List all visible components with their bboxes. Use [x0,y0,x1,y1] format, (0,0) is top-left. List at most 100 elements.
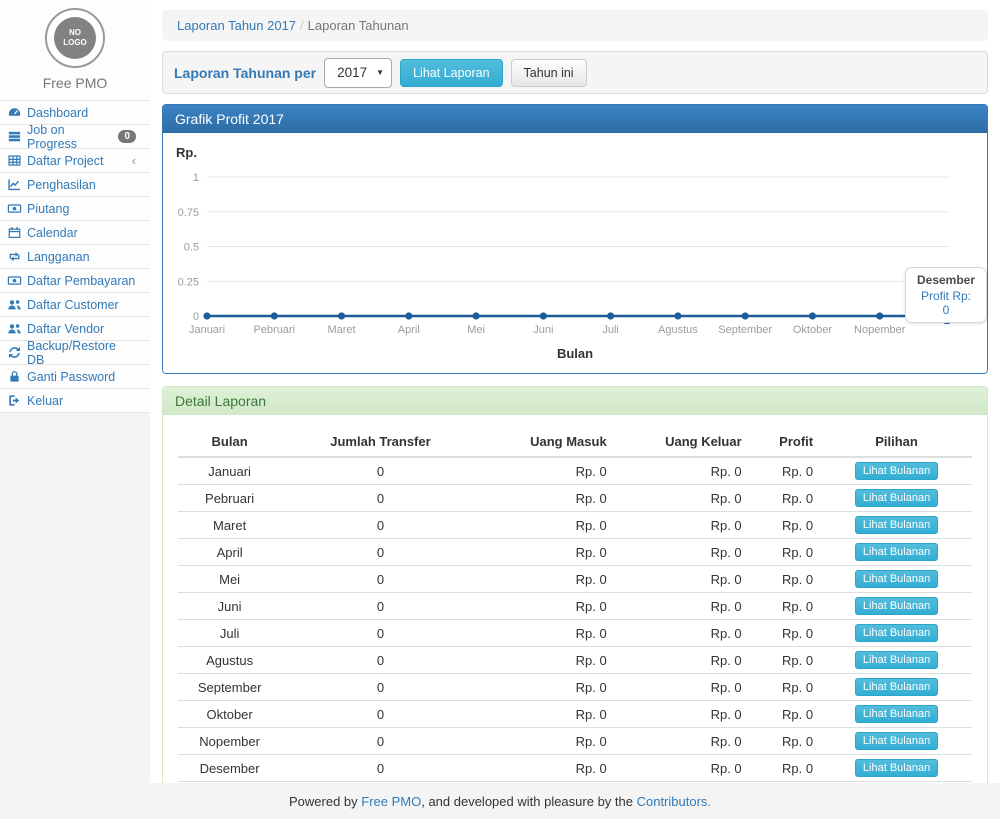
money-icon [7,273,22,288]
view-monthly-button[interactable]: Lihat Bulanan [855,651,938,669]
table-row: September0Rp. 0Rp. 0Rp. 0Lihat Bulanan [178,674,972,701]
cell: Pebruari [178,485,281,512]
cell: Rp. 0 [615,728,750,755]
view-monthly-button[interactable]: Lihat Bulanan [855,489,938,507]
view-monthly-button[interactable]: Lihat Bulanan [855,516,938,534]
no-logo-seal-icon: NOLOGO [54,17,96,59]
logo-area: NOLOGO Free PMO [0,0,150,100]
sidebar-item-backup-restore-db[interactable]: Backup/Restore DB [0,340,150,364]
sidebar-item-job-on-progress[interactable]: Job on Progress0 [0,124,150,148]
cell: Rp. 0 [615,593,750,620]
svg-text:Juli: Juli [602,324,619,336]
view-monthly-button[interactable]: Lihat Bulanan [855,543,938,561]
breadcrumb-link-laporan-tahun[interactable]: Laporan Tahun 2017 [177,18,296,33]
line-chart-icon [7,177,22,192]
year-select-value: 2017 [337,65,367,80]
calendar-icon [7,225,22,240]
sidebar: NOLOGO Free PMO DashboardJob on Progress… [0,0,150,783]
cell: Rp. 0 [615,512,750,539]
view-report-button[interactable]: Lihat Laporan [400,59,502,87]
sidebar-item-dashboard[interactable]: Dashboard [0,100,150,124]
report-filter-bar: Laporan Tahunan per 2017 ▼ Lihat Laporan… [162,51,988,94]
view-monthly-button[interactable]: Lihat Bulanan [855,678,938,696]
cell: 0 [281,647,480,674]
sign-out-icon [7,393,22,408]
cell: 0 [281,539,480,566]
cell: Rp. 0 [615,566,750,593]
table-row: Juni0Rp. 0Rp. 0Rp. 0Lihat Bulanan [178,593,972,620]
action-cell: Lihat Bulanan [821,647,972,674]
table-row: Juli0Rp. 0Rp. 0Rp. 0Lihat Bulanan [178,620,972,647]
sidebar-item-label: Job on Progress [27,123,113,151]
view-monthly-button[interactable]: Lihat Bulanan [855,462,938,480]
view-monthly-button[interactable]: Lihat Bulanan [855,570,938,588]
view-monthly-button[interactable]: Lihat Bulanan [855,597,938,615]
svg-text:Mei: Mei [467,324,485,336]
cell: Rp. 0 [615,674,750,701]
view-monthly-button[interactable]: Lihat Bulanan [855,624,938,642]
cell: 0 [281,593,480,620]
sidebar-item-piutang[interactable]: Piutang [0,196,150,220]
cell: Juni [178,593,281,620]
users-icon [7,297,22,312]
sidebar-item-daftar-customer[interactable]: Daftar Customer [0,292,150,316]
sidebar-item-daftar-project[interactable]: Daftar Project‹ [0,148,150,172]
svg-text:0: 0 [193,311,199,323]
sidebar-item-langganan[interactable]: Langganan [0,244,150,268]
sidebar-item-daftar-pembayaran[interactable]: Daftar Pembayaran [0,268,150,292]
cell: Rp. 0 [480,647,615,674]
year-select[interactable]: 2017 ▼ [324,58,392,88]
breadcrumb-separator: / [296,18,308,33]
sidebar-item-daftar-vendor[interactable]: Daftar Vendor [0,316,150,340]
sidebar-item-keluar[interactable]: Keluar [0,388,150,412]
sidebar-menu: DashboardJob on Progress0Daftar Project‹… [0,100,150,413]
svg-text:0.5: 0.5 [184,242,199,254]
view-monthly-button[interactable]: Lihat Bulanan [855,759,938,777]
retweet-icon [7,249,22,264]
cell: Rp. 0 [750,457,821,485]
footer-brand-link[interactable]: Free PMO [361,794,421,809]
dashboard-icon [7,105,22,120]
this-year-button[interactable]: Tahun ini [511,59,587,87]
sidebar-item-ganti-password[interactable]: Ganti Password [0,364,150,388]
cell: Rp. 0 [480,457,615,485]
cell: Mei [178,566,281,593]
column-header-uang-masuk: Uang Masuk [480,427,615,457]
footer-text-prefix: Powered by [289,794,361,809]
view-monthly-button[interactable]: Lihat Bulanan [855,732,938,750]
chart-tooltip-title: Desember [916,273,976,287]
cell: 0 [281,755,480,782]
footer-contributors-link[interactable]: Contributors. [637,794,711,809]
sidebar-item-calendar[interactable]: Calendar [0,220,150,244]
cell: Rp. 0 [480,485,615,512]
cell: September [178,674,281,701]
filter-label: Laporan Tahunan per [174,65,316,81]
refresh-icon [7,345,22,360]
cell: April [178,539,281,566]
cell: Rp. 0 [480,755,615,782]
breadcrumb-current: Laporan Tahunan [308,18,409,33]
action-cell: Lihat Bulanan [821,593,972,620]
cell: Rp. 0 [615,647,750,674]
cell: Rp. 0 [480,620,615,647]
cell: Rp. 0 [615,620,750,647]
chevron-left-icon: ‹ [132,153,136,168]
sidebar-item-label: Piutang [27,202,69,216]
cell: 0 [281,674,480,701]
view-monthly-button[interactable]: Lihat Bulanan [855,705,938,723]
cell: Rp. 0 [615,539,750,566]
profit-line-chart: 10.750.50.250JanuariPebruariMaretAprilMe… [163,133,973,363]
cell: Rp. 0 [750,539,821,566]
chart-x-axis-label: Bulan [163,346,987,361]
sidebar-item-label: Daftar Customer [27,298,119,312]
chevron-down-icon: ▼ [376,68,384,77]
cell: Rp. 0 [480,674,615,701]
profit-chart: Rp. 10.750.50.250JanuariPebruariMaretApr… [163,133,987,373]
users-icon [7,321,22,336]
column-header-profit: Profit [750,427,821,457]
sidebar-item-penghasilan[interactable]: Penghasilan [0,172,150,196]
monthly-report-table: BulanJumlah TransferUang MasukUang Kelua… [178,427,972,805]
cell: Januari [178,457,281,485]
detail-report-panel: Detail Laporan BulanJumlah TransferUang … [162,386,988,819]
action-cell: Lihat Bulanan [821,728,972,755]
